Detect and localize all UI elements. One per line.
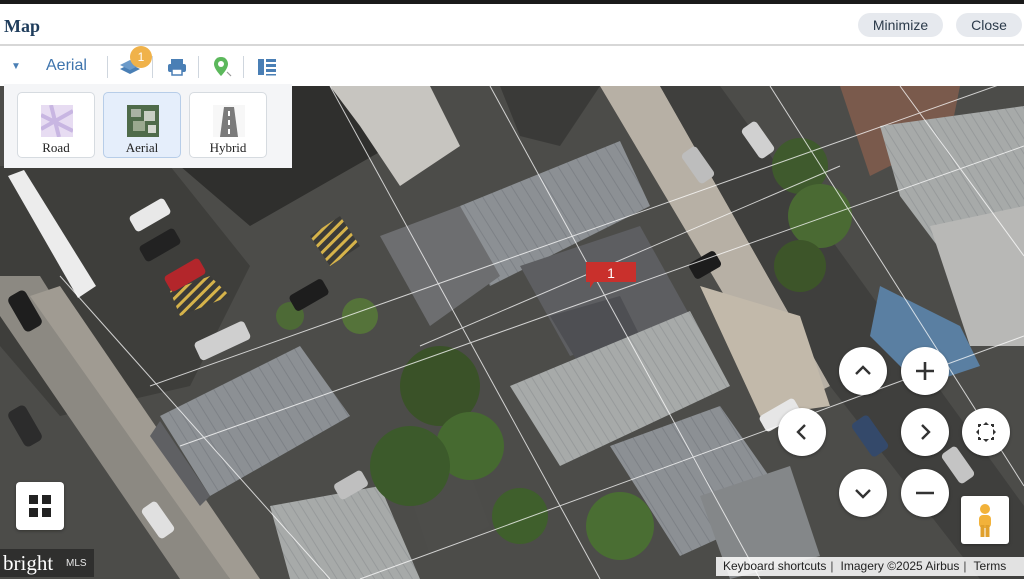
zoom-in-icon	[916, 362, 934, 380]
map-type-panel: Road Aerial Hybrid	[4, 84, 292, 168]
minimize-button[interactable]: Minimize	[858, 13, 943, 37]
pan-left-button[interactable]	[778, 408, 826, 456]
map-type-hybrid[interactable]: Hybrid	[189, 92, 267, 158]
property-marker-label: 1	[607, 265, 615, 281]
brightmls-logo: bright MLS	[0, 549, 94, 577]
zoom-out-button[interactable]	[901, 469, 949, 517]
caret-down-icon[interactable]: ▼	[11, 61, 21, 72]
keyboard-shortcuts-link[interactable]: Keyboard shortcuts	[723, 559, 826, 573]
attribution-divider: |	[830, 559, 834, 573]
attribution-divider: |	[963, 559, 967, 573]
map-type-road-label: Road	[42, 140, 70, 155]
print-icon[interactable]	[164, 54, 190, 80]
logo-suffix: MLS	[66, 558, 87, 569]
aerial-thumb-icon	[127, 105, 159, 137]
pan-up-button[interactable]	[839, 347, 887, 395]
map-toolbar: ▼ Aerial	[0, 48, 1024, 86]
pegman-icon	[979, 504, 991, 537]
map-type-hybrid-label: Hybrid	[209, 140, 247, 155]
close-button[interactable]: Close	[956, 13, 1022, 37]
map-type-aerial[interactable]: Aerial	[103, 92, 181, 158]
terms-link[interactable]: Terms	[974, 559, 1007, 573]
dialog-header: Map Minimize Close	[0, 4, 1024, 46]
dialog-title: Map	[4, 16, 40, 36]
grid-icon	[29, 495, 51, 517]
map-grid-button[interactable]	[16, 482, 64, 530]
imagery-credit: Imagery ©2025 Airbus	[840, 559, 960, 573]
pan-right-button[interactable]	[901, 408, 949, 456]
location-pin-icon[interactable]	[208, 54, 234, 80]
pan-right-icon	[921, 424, 931, 440]
zoom-in-button[interactable]	[901, 347, 949, 395]
layers-count-badge: 1	[130, 46, 152, 68]
pan-down-button[interactable]	[839, 469, 887, 517]
pan-down-icon	[855, 489, 871, 499]
map-type-road[interactable]: Road	[17, 92, 95, 158]
hybrid-thumb-icon	[213, 105, 245, 137]
pan-left-icon	[796, 424, 806, 440]
street-view-button[interactable]	[961, 496, 1009, 544]
toolbar-divider	[243, 56, 244, 78]
toolbar-divider	[107, 56, 108, 78]
map-type-aerial-label: Aerial	[125, 140, 159, 155]
toolbar-divider	[198, 56, 199, 78]
fullscreen-button[interactable]	[962, 408, 1010, 456]
road-thumb-icon	[41, 105, 73, 137]
map-attribution: Keyboard shortcuts | Imagery ©2025 Airbus |…	[716, 557, 1024, 576]
logo-text: bright	[3, 551, 54, 575]
pan-up-icon	[855, 365, 871, 375]
zoom-out-icon	[916, 491, 934, 495]
map-type-dropdown[interactable]: Aerial	[46, 57, 87, 75]
toolbar-divider	[152, 56, 153, 78]
fullscreen-icon	[976, 422, 996, 442]
list-panel-icon[interactable]	[254, 54, 280, 80]
